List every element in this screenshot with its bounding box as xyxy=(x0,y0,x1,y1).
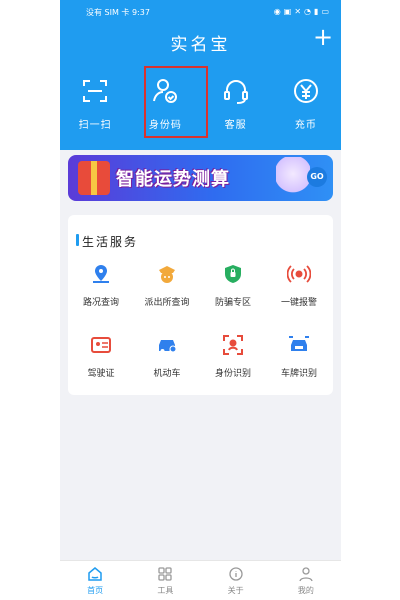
service-label: 路况查询 xyxy=(82,298,119,308)
services-grid: 路况查询 派出所查询 防骗专区 一键报警 驾驶证 机动车 身份识别 车牌识别 xyxy=(68,255,333,379)
service-emergency-call[interactable]: 一键报警 xyxy=(266,255,332,308)
service-traffic-query[interactable]: 路况查询 xyxy=(68,255,134,308)
add-button[interactable]: + xyxy=(313,25,333,49)
header: 没有 SIM 卡 9:37 ◉ ▣ ✕ ◔ ▮ ▭ 实名宝 + 扫一扫 身份码 … xyxy=(60,0,341,150)
service-driver-license[interactable]: 驾驶证 xyxy=(68,326,134,379)
fortune-banner[interactable]: 智能运势测算 GO xyxy=(68,155,333,201)
plate-scan-icon xyxy=(266,332,332,358)
face-scan-icon xyxy=(200,332,266,358)
battery-icon: ▭ xyxy=(321,7,329,16)
banner-title: 智能运势测算 xyxy=(116,169,230,190)
quick-action-support[interactable]: 客服 xyxy=(203,70,269,140)
service-label: 驾驶证 xyxy=(87,369,115,379)
section-title: 生活服务 xyxy=(82,235,139,249)
page-title: 实名宝 xyxy=(170,35,231,55)
service-label: 防骗专区 xyxy=(214,298,251,308)
yen-coin-icon xyxy=(273,74,339,108)
service-label: 派出所查询 xyxy=(144,298,190,308)
about-icon xyxy=(206,565,266,583)
service-anti-fraud[interactable]: 防骗专区 xyxy=(200,255,266,308)
app-screen: 没有 SIM 卡 9:37 ◉ ▣ ✕ ◔ ▮ ▭ 实名宝 + 扫一扫 身份码 … xyxy=(60,0,341,600)
highlight-box xyxy=(144,66,208,138)
bottom-tab-bar: 首页 工具 关于 我的 xyxy=(60,560,341,600)
status-carrier: 没有 SIM 卡 9:37 xyxy=(86,7,150,17)
quick-action-label: 客服 xyxy=(224,120,247,131)
service-label: 一键报警 xyxy=(280,298,317,308)
banner-go-button[interactable]: GO xyxy=(307,167,327,187)
sim-icon: ▮ xyxy=(314,7,319,16)
quick-action-label: 充币 xyxy=(294,120,317,131)
tab-label: 关于 xyxy=(227,586,244,595)
tab-label: 工具 xyxy=(157,586,174,595)
quick-action-label: 扫一扫 xyxy=(78,120,112,131)
section-marker xyxy=(76,234,79,246)
life-services-card: 生活服务 路况查询 派出所查询 防骗专区 一键报警 驾驶证 机动车 身份识别 车… xyxy=(68,215,333,395)
angel-mascot-icon xyxy=(276,157,310,199)
service-label: 车牌识别 xyxy=(280,369,317,379)
map-pin-icon xyxy=(68,261,134,287)
status-bar: 没有 SIM 卡 9:37 ◉ ▣ ✕ ◔ ▮ ▭ xyxy=(86,6,329,18)
tab-label: 我的 xyxy=(297,586,314,595)
nfc-icon: ▣ xyxy=(283,7,292,16)
service-label: 机动车 xyxy=(153,369,181,379)
service-vehicle[interactable]: 机动车 xyxy=(134,326,200,379)
service-police-station[interactable]: 派出所查询 xyxy=(134,255,200,308)
police-icon xyxy=(134,261,200,287)
tab-home[interactable]: 首页 xyxy=(65,561,125,600)
tab-tools[interactable]: 工具 xyxy=(135,561,195,600)
quick-action-recharge[interactable]: 充币 xyxy=(273,70,339,140)
wifi-icon: ◔ xyxy=(304,7,312,16)
status-icons: ◉ ▣ ✕ ◔ ▮ ▭ xyxy=(274,8,329,16)
gift-icon xyxy=(78,161,110,195)
tools-icon xyxy=(135,565,195,583)
scan-icon xyxy=(62,74,128,108)
service-plate-recognition[interactable]: 车牌识别 xyxy=(266,326,332,379)
headset-icon xyxy=(203,74,269,108)
service-identity-recognition[interactable]: 身份识别 xyxy=(200,326,266,379)
license-icon xyxy=(68,332,134,358)
car-icon xyxy=(134,332,200,358)
eye-icon: ◉ xyxy=(273,7,281,16)
service-label: 身份识别 xyxy=(214,369,251,379)
profile-icon xyxy=(276,565,336,583)
home-icon xyxy=(65,565,125,583)
tab-about[interactable]: 关于 xyxy=(206,561,266,600)
alarm-icon xyxy=(266,261,332,287)
tab-label: 首页 xyxy=(87,586,104,595)
quick-action-scan[interactable]: 扫一扫 xyxy=(62,70,128,140)
shield-icon xyxy=(200,261,266,287)
mute-icon: ✕ xyxy=(294,7,302,16)
tab-profile[interactable]: 我的 xyxy=(276,561,336,600)
